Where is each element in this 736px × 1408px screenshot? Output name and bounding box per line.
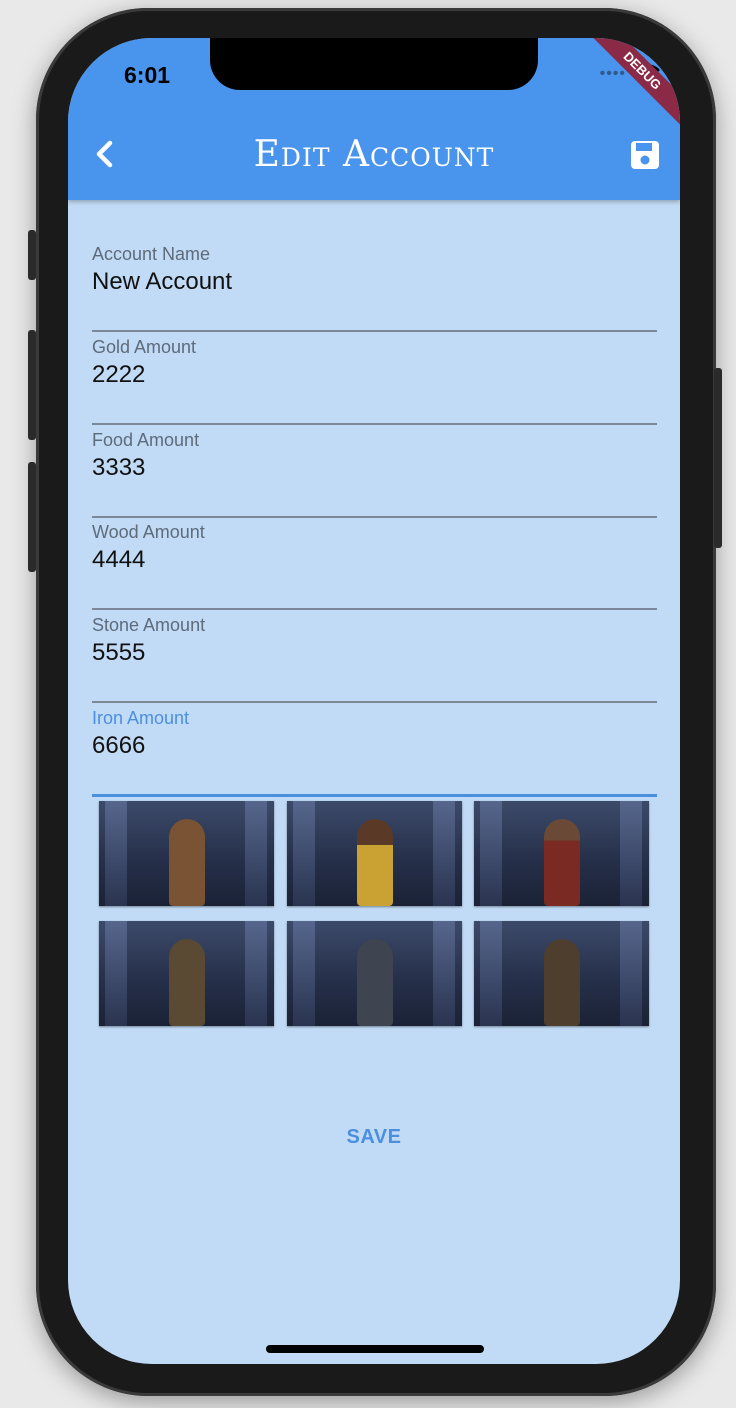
portrait-2[interactable] <box>287 801 462 906</box>
iron-amount-label: Iron Amount <box>92 708 190 728</box>
screen: 6:01 •••• DEBUG Edit Account Account Nam… <box>68 38 680 1364</box>
power-button <box>714 368 722 548</box>
gold-amount-field[interactable]: Gold Amount 2222 <box>92 331 657 425</box>
wood-amount-field[interactable]: Wood Amount 4444 <box>92 516 657 610</box>
iron-amount-field[interactable]: Iron Amount 6666 <box>92 702 657 797</box>
portrait-4[interactable] <box>99 921 274 1026</box>
volume-up-button <box>28 330 36 440</box>
home-indicator[interactable] <box>266 1345 484 1353</box>
stone-amount-field[interactable]: Stone Amount 5555 <box>92 609 657 703</box>
wood-amount-label: Wood Amount <box>92 522 205 542</box>
account-name-field[interactable]: Account Name New Account <box>92 238 657 332</box>
stone-amount-label: Stone Amount <box>92 615 206 635</box>
floppy-disk-icon[interactable] <box>628 138 662 172</box>
gold-amount-label: Gold Amount <box>92 337 197 357</box>
signal-icon: •••• <box>599 65 626 82</box>
page-title: Edit Account <box>253 134 495 175</box>
status-time: 6:01 <box>124 62 171 88</box>
stone-amount-input[interactable]: 5555 <box>92 639 145 667</box>
account-name-label: Account Name <box>92 244 211 264</box>
food-amount-input[interactable]: 3333 <box>92 454 145 482</box>
food-amount-label: Food Amount <box>92 430 200 450</box>
portrait-1[interactable] <box>99 801 274 906</box>
save-button[interactable]: SAVE <box>68 1126 680 1149</box>
portrait-6[interactable] <box>474 921 649 1026</box>
iron-amount-input[interactable]: 6666 <box>92 732 145 760</box>
portrait-3[interactable] <box>474 801 649 906</box>
volume-down-button <box>28 462 36 572</box>
portrait-5[interactable] <box>287 921 462 1026</box>
wood-amount-input[interactable]: 4444 <box>92 546 145 574</box>
mute-switch <box>28 230 36 280</box>
account-name-input[interactable]: New Account <box>92 268 232 296</box>
notch <box>210 38 538 90</box>
food-amount-field[interactable]: Food Amount 3333 <box>92 424 657 518</box>
gold-amount-input[interactable]: 2222 <box>92 361 145 389</box>
